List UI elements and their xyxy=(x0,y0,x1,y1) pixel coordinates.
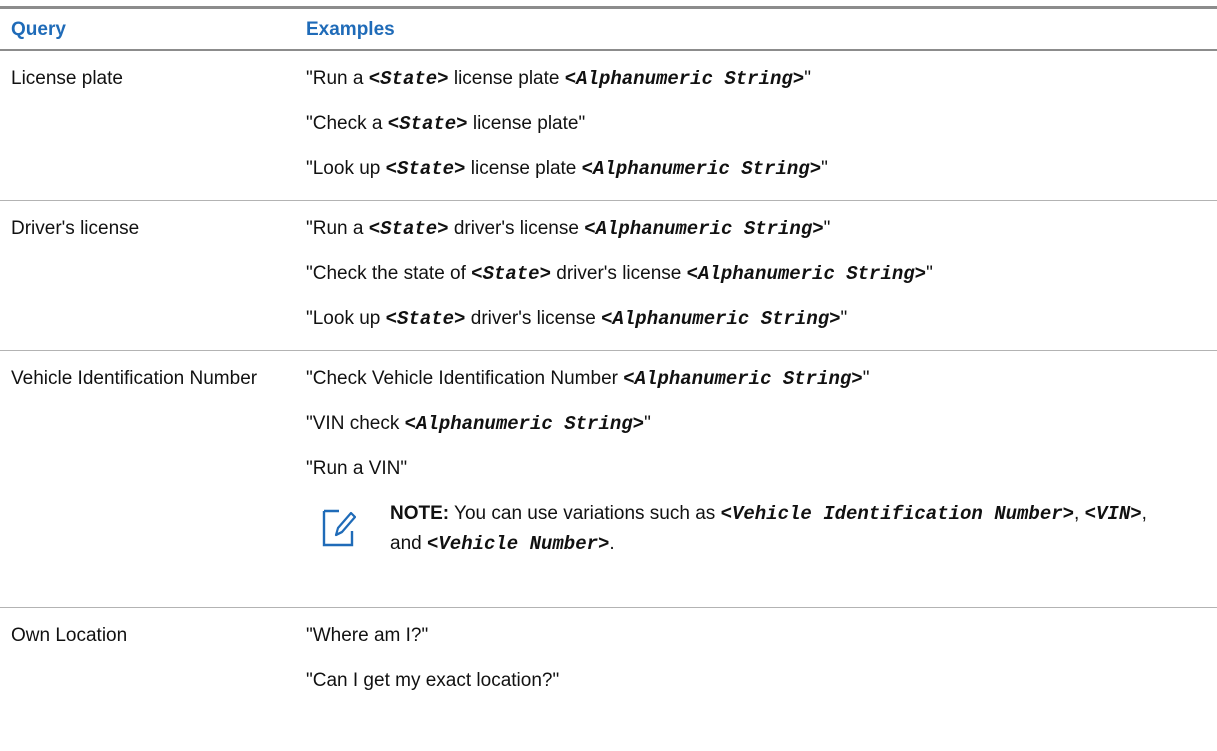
examples-cell: "Run a <State> license plate <Alphanumer… xyxy=(306,51,1186,184)
example-phrase: "Run a VIN" xyxy=(306,458,408,479)
examples-cell: "Run a <State> driver's license <Alphanu… xyxy=(306,201,1186,334)
example-phrase: "Look up <State> driver's license <Alpha… xyxy=(306,308,848,330)
note-text: NOTE: You can use variations such as <Ve… xyxy=(390,503,1147,555)
table-header: Query Examples xyxy=(0,9,1217,51)
examples-cell: "Check Vehicle Identification Number <Al… xyxy=(306,351,1186,597)
example-phrase: "Run a <State> license plate <Alphanumer… xyxy=(306,68,811,90)
table-row: License plate "Run a <State> license pla… xyxy=(0,51,1217,201)
example-phrase: "Check the state of <State> driver's lic… xyxy=(306,263,933,285)
query-cell: License plate xyxy=(11,68,123,89)
table-row: Driver's license "Run a <State> driver's… xyxy=(0,201,1217,351)
note-callout: NOTE: You can use variations such as <Ve… xyxy=(306,499,1186,597)
example-phrase: "Can I get my exact location?" xyxy=(306,670,560,691)
header-query: Query xyxy=(11,19,66,40)
query-examples-table: Query Examples License plate "Run a <Sta… xyxy=(0,6,1217,712)
example-phrase: "Run a <State> driver's license <Alphanu… xyxy=(306,218,831,240)
table-row: Vehicle Identification Number "Check Veh… xyxy=(0,351,1217,608)
example-phrase: "Look up <State> license plate <Alphanum… xyxy=(306,158,828,180)
example-phrase: "VIN check <Alphanumeric String>" xyxy=(306,413,651,435)
query-cell: Vehicle Identification Number xyxy=(11,368,258,389)
examples-cell: "Where am I?" "Can I get my exact locati… xyxy=(306,608,1186,696)
example-phrase: "Check a <State> license plate" xyxy=(306,113,586,135)
example-phrase: "Check Vehicle Identification Number <Al… xyxy=(306,368,870,390)
query-cell: Own Location xyxy=(11,625,128,646)
example-phrase: "Where am I?" xyxy=(306,625,429,646)
note-label: NOTE: xyxy=(390,503,450,524)
header-examples: Examples xyxy=(306,19,395,40)
table-row: Own Location "Where am I?" "Can I get my… xyxy=(0,608,1217,696)
note-pencil-icon xyxy=(322,509,356,547)
query-cell: Driver's license xyxy=(11,218,140,239)
